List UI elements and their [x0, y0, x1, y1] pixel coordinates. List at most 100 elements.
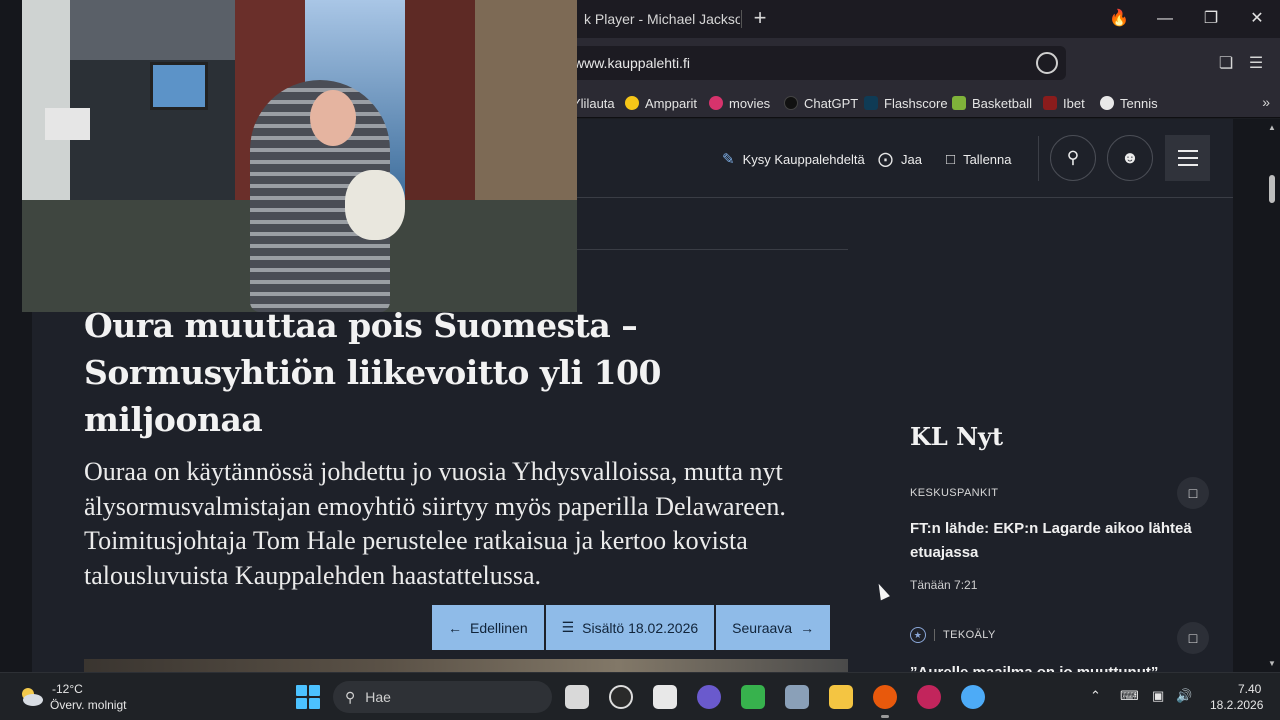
close-button[interactable]: ✕ [1242, 6, 1272, 32]
save-label: Tallenna [963, 151, 1012, 167]
url-bar[interactable]: www.kauppalehti.fi [560, 46, 1066, 80]
chevron-up-icon[interactable]: ⌃ [1090, 688, 1101, 704]
hamburger-menu-button[interactable] [1165, 135, 1210, 181]
bookmark-movies[interactable]: movies [709, 93, 770, 113]
next-article-button[interactable]: Seuraava → [716, 605, 831, 650]
bookmark-basketball[interactable]: Basketball [952, 93, 1032, 113]
flashscore-icon [864, 96, 878, 110]
search-button[interactable]: ⚲ [1050, 135, 1096, 181]
bookmark-label: Ampparit [645, 95, 698, 111]
ibet-icon [1043, 96, 1057, 110]
bookmark-ampparit[interactable]: Ampparit [625, 93, 697, 113]
bookmark-flashscore[interactable]: Flashscore [864, 93, 948, 113]
file-explorer-icon[interactable] [829, 685, 853, 709]
menu-line [1177, 164, 1198, 166]
windows-logo-tile [309, 685, 320, 696]
share-icon: ⨀ [878, 151, 893, 168]
account-button[interactable]: ☻ [1107, 135, 1153, 181]
arrow-right-icon: → [800, 619, 815, 636]
ask-label: Kysy Kauppalehdeltä [742, 151, 865, 167]
news-category[interactable]: KESKUSPANKIT [910, 487, 998, 499]
calculator-icon[interactable] [785, 685, 809, 709]
minimize-button[interactable]: — [1150, 6, 1180, 32]
chat-icon: ✎ [722, 151, 735, 168]
ampparit-icon [625, 96, 639, 110]
keyboard-icon[interactable]: ⌨ [1120, 688, 1139, 704]
chrome-icon[interactable] [609, 685, 633, 709]
app-icon[interactable] [961, 685, 985, 709]
weather-description[interactable]: Överv. molnigt [50, 698, 126, 712]
tab-separator [741, 10, 742, 28]
tennis-icon [1100, 96, 1114, 110]
contents-button[interactable]: ☰ Sisältö 18.02.2026 [545, 605, 715, 650]
network-icon[interactable]: ▣ [1152, 688, 1164, 704]
media-player-icon[interactable] [697, 685, 721, 709]
new-tab-button[interactable]: + [748, 6, 772, 30]
bookmark-ylilauta[interactable]: Ylilauta [572, 93, 615, 113]
webcam-monitor [150, 62, 208, 110]
webcam-overlay [0, 0, 577, 312]
browser-tab[interactable]: k Player - Michael Jackson [560, 4, 740, 34]
task-view-icon[interactable] [565, 685, 589, 709]
bookmarks-overflow-button[interactable]: » [1262, 94, 1270, 110]
bookmark-news-button[interactable]: □ [1177, 477, 1209, 509]
ask-kauppalehti-button[interactable]: ✎ Kysy Kauppalehdeltä [722, 148, 865, 170]
scroll-down-icon[interactable]: ▼ [1268, 659, 1276, 668]
app-icon[interactable] [653, 685, 677, 709]
previous-article-button[interactable]: ← Edellinen [432, 605, 544, 650]
weather-temperature[interactable]: -12°C [52, 682, 83, 696]
clock-time[interactable]: 7.40 [1238, 682, 1261, 696]
volume-icon[interactable]: 🔊 [1176, 688, 1192, 704]
bookmark-label: Ibet [1063, 95, 1085, 111]
article-headline: Oura muuttaa pois Suomesta – Sormusyhtiö… [84, 306, 661, 439]
page-scrollbar[interactable]: ▲ ▼ [1264, 119, 1280, 672]
start-button[interactable] [296, 685, 320, 709]
search-icon: ⚲ [345, 688, 356, 705]
scrollbar-thumb[interactable] [1269, 175, 1275, 203]
duckduckgo-icon[interactable] [873, 685, 897, 709]
taskbar-search[interactable]: ⚲ Hae [333, 681, 552, 713]
bookmark-news-button[interactable]: □ [1177, 622, 1209, 654]
user-icon: ☻ [1121, 148, 1139, 167]
bookmark-chatgpt[interactable]: ChatGPT [784, 93, 858, 113]
bookmark-icon: □ [1188, 485, 1198, 501]
basketball-icon [952, 96, 966, 110]
green-app-icon[interactable] [741, 685, 765, 709]
news-headline-link[interactable]: ”Aurelle maailma on jo muuttunut” [910, 664, 1158, 672]
restore-button[interactable]: ❐ [1196, 6, 1226, 32]
active-app-indicator [881, 715, 889, 718]
menu-line [1177, 157, 1198, 159]
webcam-person-head [310, 90, 356, 146]
flame-icon[interactable]: 🔥 [1104, 6, 1134, 32]
article-lead: Ouraa on käytännössä johdettu jo vuosia … [84, 457, 786, 590]
bookmark-label: Flashscore [884, 95, 948, 111]
news-category[interactable]: TEKOÄLY [943, 629, 996, 641]
webcam-edge [0, 0, 22, 312]
news-headline-link[interactable]: FT:n lähde: EKP:n Lagarde aikoo lähteä e… [910, 517, 1200, 565]
windows-taskbar: -12°C Överv. molnigt ⚲ Hae ⌃ ⌨ ▣ 🔊 7.40 … [0, 672, 1280, 720]
next-label: Seuraava [732, 619, 793, 636]
menu-icon[interactable]: ☰ [1246, 54, 1266, 74]
save-button[interactable]: □ Tallenna [946, 148, 1012, 170]
bookmark-tennis[interactable]: Tennis [1100, 93, 1158, 113]
bookmark-icon: □ [946, 150, 956, 168]
clock-date[interactable]: 18.2.2026 [1210, 698, 1263, 712]
chatgpt-icon [784, 96, 798, 110]
article-pager: ← Edellinen ☰ Sisältö 18.02.2026 Seuraav… [432, 605, 831, 650]
header-divider [1038, 136, 1039, 181]
share-button[interactable]: ⨀ Jaa [878, 148, 922, 170]
news-timestamp: Tänään 7:21 [910, 578, 978, 592]
reader-mode-icon[interactable] [1036, 52, 1058, 74]
windows-logo-tile [296, 685, 307, 696]
bookmark-label: Tennis [1120, 95, 1158, 111]
scroll-up-icon[interactable]: ▲ [1268, 123, 1276, 132]
search-icon: ⚲ [1066, 148, 1080, 167]
extensions-icon[interactable]: ❏ [1216, 54, 1236, 74]
bookmark-icon: □ [1188, 630, 1198, 646]
search-placeholder: Hae [365, 689, 391, 705]
cloud-icon[interactable] [18, 685, 44, 707]
app-icon[interactable] [917, 685, 941, 709]
bookmark-ibet[interactable]: Ibet [1043, 93, 1085, 113]
windows-logo-tile [309, 698, 320, 709]
arrow-left-icon: ← [448, 619, 462, 636]
